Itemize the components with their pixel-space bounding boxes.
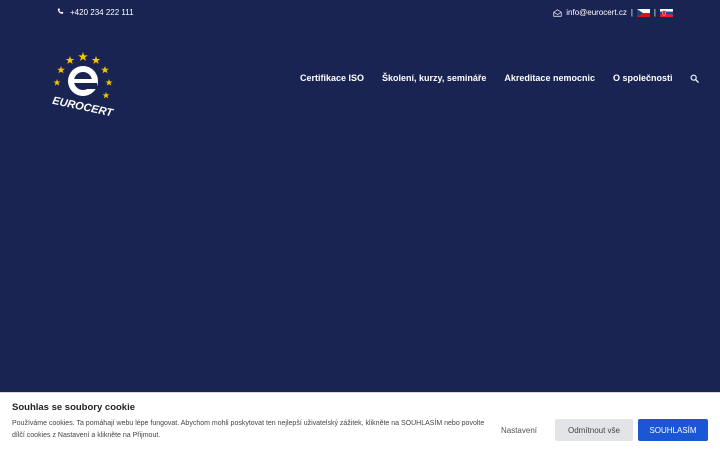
email-and-language: info@eurocert.cz | | <box>553 8 673 17</box>
logo-wordmark: EUROCERT <box>51 95 115 116</box>
cookie-consent-banner: Souhlas se soubory cookie Používáme cook… <box>0 392 720 450</box>
czech-flag-icon[interactable] <box>636 8 650 17</box>
cookie-settings-button[interactable]: Nastavení <box>488 419 550 441</box>
phone-number[interactable]: +420 234 222 111 <box>70 8 134 17</box>
phone-contact[interactable]: +420 234 222 111 <box>57 8 134 17</box>
accept-cookies-button[interactable]: SOUHLASÍM <box>638 419 708 441</box>
search-icon[interactable] <box>690 74 700 83</box>
phone-icon <box>57 8 64 17</box>
eurocert-logo[interactable]: EUROCERT <box>46 50 118 120</box>
cookie-title: Souhlas se soubory cookie <box>12 402 136 413</box>
separator: | <box>653 8 656 17</box>
nav-item-iso-certification[interactable]: Certifikace ISO <box>300 73 364 83</box>
reject-all-button[interactable]: Odmítnout vše <box>555 419 633 441</box>
letter-e-icon <box>68 66 98 96</box>
separator: | <box>630 8 633 17</box>
slovak-flag-icon[interactable] <box>660 8 673 17</box>
main-navigation: Certifikace ISO Školení, kurzy, semináře… <box>300 73 700 83</box>
email-link[interactable]: info@eurocert.cz <box>566 8 627 17</box>
nav-item-hospital-accreditation[interactable]: Akreditace nemocnic <box>504 73 595 83</box>
nav-item-training[interactable]: Školení, kurzy, semináře <box>382 73 486 83</box>
envelope-icon <box>553 8 562 17</box>
top-bar: +420 234 222 111 info@eurocert.cz | | <box>0 0 720 28</box>
cookie-description: Používáme cookies. Ta pomáhají webu lépe… <box>12 420 485 439</box>
nav-item-about-company[interactable]: O společnosti <box>613 73 673 83</box>
